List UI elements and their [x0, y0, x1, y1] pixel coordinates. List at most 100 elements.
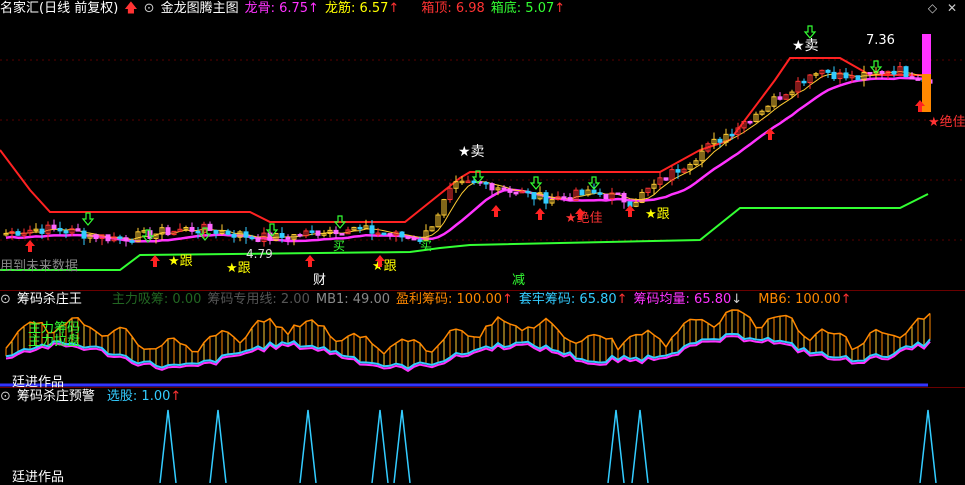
signal-spike [393, 409, 411, 483]
candle-body [513, 191, 519, 195]
candle-body [39, 228, 45, 234]
candle-body [663, 177, 669, 181]
candle-body [825, 69, 831, 73]
arrow-up-icon: ↑ [554, 1, 566, 16]
candle-body [57, 227, 63, 232]
signal-spike [159, 409, 177, 483]
candle-body [339, 233, 345, 236]
arrow-up-icon: ↑ [616, 292, 628, 307]
signal-spike [209, 409, 227, 483]
panel3-header: ⊙ 筹码杀庄预警 选股: 1.00 ↑ [0, 388, 187, 405]
candle-body [81, 230, 87, 239]
candle-body [561, 196, 567, 199]
close-icon[interactable]: ✕ [947, 1, 957, 15]
p2-mb6: MB6: 100.00 [758, 292, 841, 307]
candle-body [117, 236, 123, 239]
candle-body [567, 197, 573, 201]
arrow-up-icon[interactable]: 🡅 [124, 0, 137, 17]
candle-body [747, 120, 753, 124]
candle-body [507, 188, 513, 193]
candle-body [93, 234, 99, 240]
candle-body [915, 78, 921, 81]
watermark-p3: 廷进作品 [12, 470, 65, 485]
main-chart-label[interactable]: 金龙图腾主图 [161, 0, 239, 17]
candle-body [63, 230, 69, 234]
label-follow: ★跟 [226, 261, 251, 276]
candle-body [777, 96, 783, 100]
panel3-title[interactable]: 筹码杀庄预警 [17, 388, 95, 405]
candle-body [591, 189, 597, 194]
arrow-up-icon: ↑ [388, 1, 400, 16]
sell-arrow-icon [81, 212, 95, 226]
p2-cmjl: 筹码均量: 65.80 [633, 292, 732, 307]
label-follow: ★跟 [168, 254, 193, 269]
candle-body [75, 228, 81, 232]
candle-body [357, 226, 363, 230]
signal-spike [299, 409, 317, 483]
candle-body [729, 133, 735, 137]
arrow-up-icon: ↑ [502, 292, 513, 307]
candle-body [105, 234, 111, 242]
label-best: ★绝佳 [928, 114, 965, 130]
candle-body [309, 230, 315, 233]
candle-body [615, 192, 621, 196]
label-best: ★绝佳 [565, 210, 603, 226]
candle-body [843, 72, 849, 79]
candle-body [909, 76, 915, 80]
settings-icon[interactable]: ⊙ [0, 388, 11, 405]
indicator-longgu: 龙骨: 6.75 [244, 1, 309, 16]
label-future: 用到未来数据 [0, 259, 78, 274]
candle-body [165, 227, 171, 236]
label-price-high: 7.36 [866, 33, 895, 48]
candle-body [123, 237, 129, 242]
indicator-longjin: 龙筋: 6.57 [324, 1, 389, 16]
signal-spike [607, 409, 625, 483]
candle-body [831, 71, 837, 80]
arrow-up-icon: ↑ [840, 292, 852, 307]
label-buy: 买 [333, 239, 345, 253]
candle-body [333, 229, 339, 235]
price-tag-bar [922, 34, 931, 74]
candle-body [471, 180, 477, 184]
sell-arrow-icon [803, 25, 817, 39]
stock-title[interactable]: 名家汇(日线 前复权) [0, 0, 118, 17]
candle-body [879, 71, 885, 74]
window-controls[interactable]: ◇ ✕ [928, 1, 957, 15]
arrow-up-icon: ↑ [170, 389, 182, 404]
buy-arrow-icon [535, 208, 545, 220]
candle-body [483, 182, 489, 185]
candle-body [867, 71, 873, 75]
p2-ylcm: 盈利筹码: 100.00 [396, 292, 502, 307]
candle-body [249, 236, 255, 240]
candle-body [717, 138, 723, 143]
signal-spike [371, 409, 389, 483]
candle-body [255, 237, 261, 242]
settings-icon[interactable]: ⊙ [0, 291, 11, 308]
label-cai: 财 [313, 273, 326, 288]
candle-body [405, 236, 411, 239]
p2-cmzyx: 筹码专用线: 2.00 [207, 292, 310, 307]
buy-arrow-icon [305, 255, 315, 267]
buy-arrow-icon [25, 240, 35, 252]
signal-spike [919, 409, 937, 483]
candle-body [603, 193, 609, 200]
candle-body [381, 232, 387, 236]
candle-body [213, 229, 219, 234]
candle-body [207, 223, 213, 231]
signal-spike [631, 409, 649, 483]
candle-body [891, 70, 897, 75]
chevron-down-icon[interactable]: ⊙ [144, 0, 155, 17]
candle-body [51, 224, 57, 229]
buy-arrow-icon [765, 128, 775, 140]
candle-body [597, 192, 603, 195]
arrow-up-icon: ↑ [308, 1, 319, 16]
candle-body [501, 187, 507, 190]
diamond-icon[interactable]: ◇ [928, 1, 937, 15]
candle-body [231, 233, 237, 238]
label-price-low: 4.79 [246, 247, 273, 261]
watermark-p2: 廷进作品 [12, 375, 65, 390]
arrow-down-icon: ↓ [731, 292, 743, 307]
p2-mb1: MB1: 49.00 [315, 292, 390, 307]
panel2-title[interactable]: 筹码杀庄王 [17, 291, 82, 308]
label-buy: 买 [420, 239, 432, 253]
